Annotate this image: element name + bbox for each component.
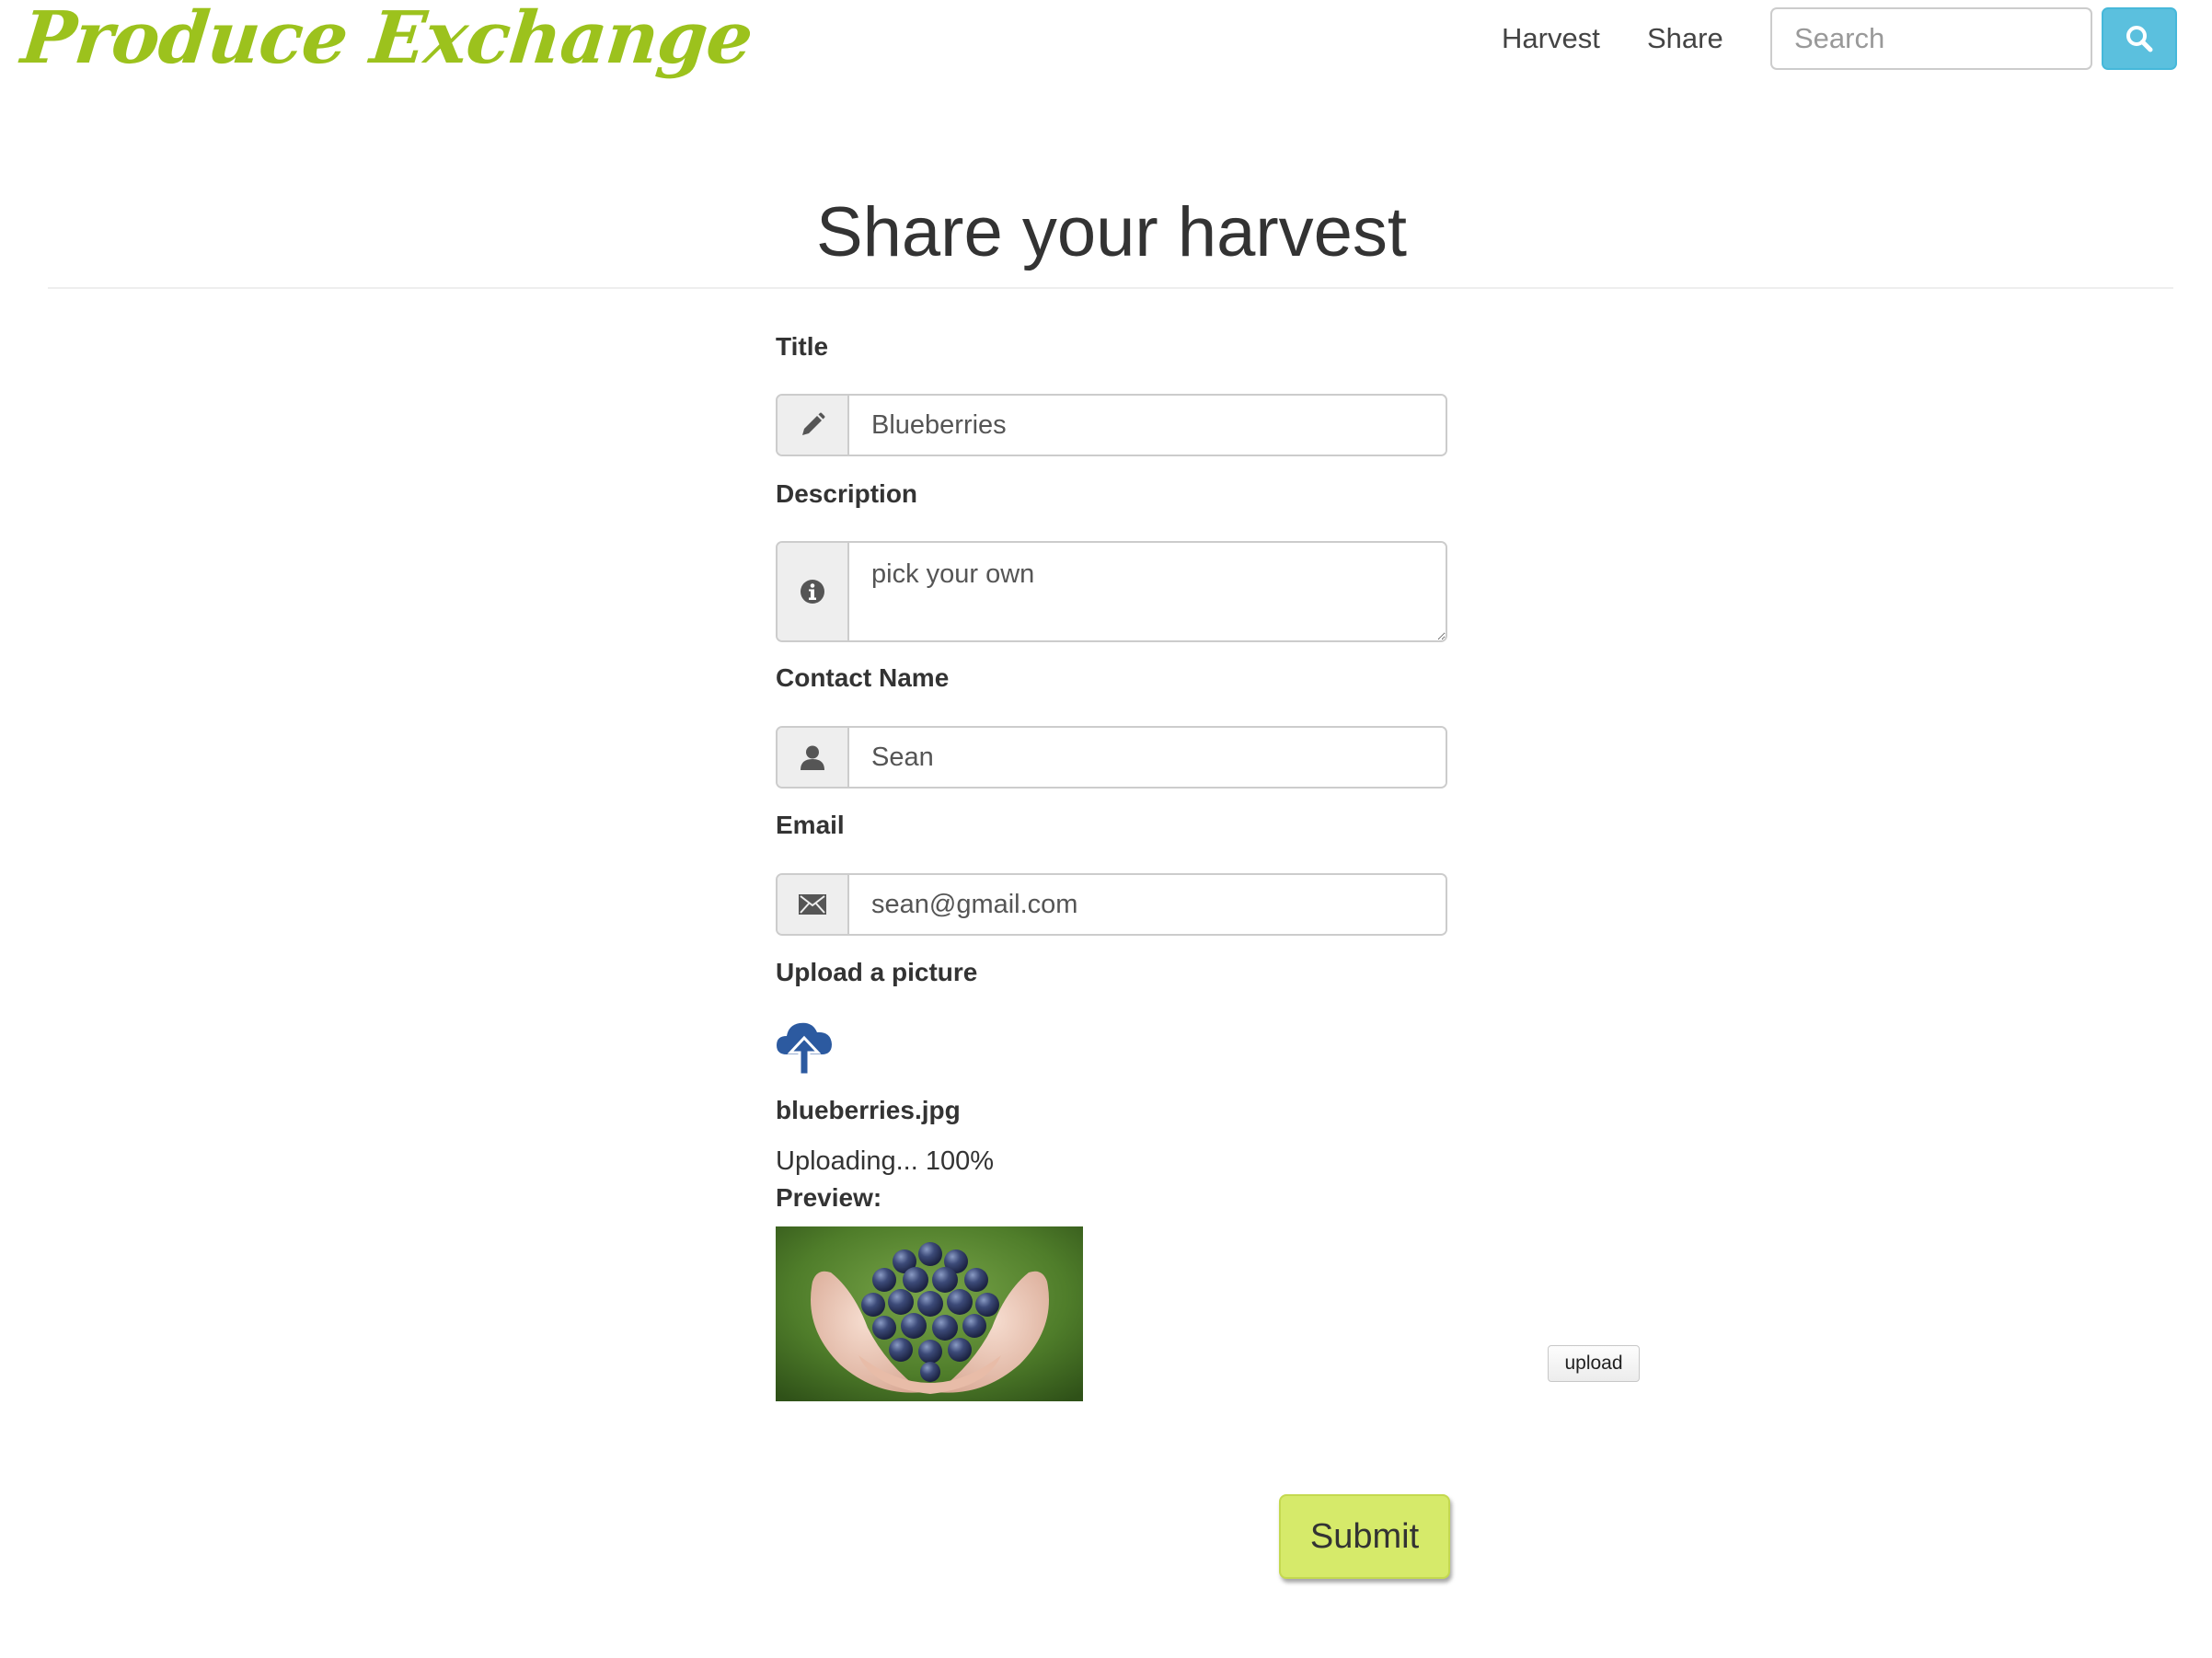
search-input[interactable] bbox=[1770, 7, 2092, 70]
contact-name-addon bbox=[778, 728, 849, 787]
nav-link-share[interactable]: Share bbox=[1647, 22, 1723, 55]
title-addon bbox=[778, 396, 849, 455]
email-addon bbox=[778, 875, 849, 934]
upload-status: Uploading... 100% bbox=[776, 1146, 994, 1176]
email-input-group bbox=[776, 873, 1447, 936]
description-addon bbox=[778, 543, 849, 640]
title-input-group bbox=[776, 394, 1447, 456]
email-label: Email bbox=[776, 811, 845, 839]
info-icon bbox=[801, 580, 824, 604]
upload-button[interactable]: upload bbox=[1548, 1345, 1640, 1382]
upload-label: Upload a picture bbox=[776, 958, 978, 986]
search-icon bbox=[2126, 26, 2153, 52]
contact-name-field[interactable] bbox=[849, 728, 1446, 787]
blueberries-preview-image bbox=[776, 1226, 1083, 1401]
user-icon bbox=[801, 745, 824, 770]
preview-image bbox=[776, 1226, 1083, 1401]
submit-button[interactable]: Submit bbox=[1279, 1494, 1450, 1579]
divider bbox=[48, 287, 2173, 289]
description-label: Description bbox=[776, 479, 918, 508]
contact-name-label: Contact Name bbox=[776, 663, 950, 692]
search-button[interactable] bbox=[2102, 7, 2177, 70]
cloud-upload-icon bbox=[777, 1022, 832, 1077]
contact-name-input-group bbox=[776, 726, 1447, 789]
description-input-group: pick your own bbox=[776, 541, 1447, 642]
pencil-icon bbox=[802, 412, 825, 435]
file-name: blueberries.jpg bbox=[776, 1096, 961, 1124]
email-field[interactable] bbox=[849, 875, 1446, 934]
upload-dropzone[interactable] bbox=[776, 1018, 833, 1077]
brand-logo[interactable]: Produce Exchange bbox=[17, 0, 755, 80]
nav-link-harvest[interactable]: Harvest bbox=[1502, 22, 1600, 55]
title-field[interactable] bbox=[849, 396, 1446, 455]
navbar: Produce Exchange Harvest Share bbox=[0, 0, 2212, 110]
title-label: Title bbox=[776, 332, 829, 361]
preview-label: Preview: bbox=[776, 1183, 882, 1212]
envelope-icon bbox=[799, 894, 826, 915]
description-field[interactable]: pick your own bbox=[849, 543, 1446, 640]
page-title: Share your harvest bbox=[815, 193, 1408, 271]
